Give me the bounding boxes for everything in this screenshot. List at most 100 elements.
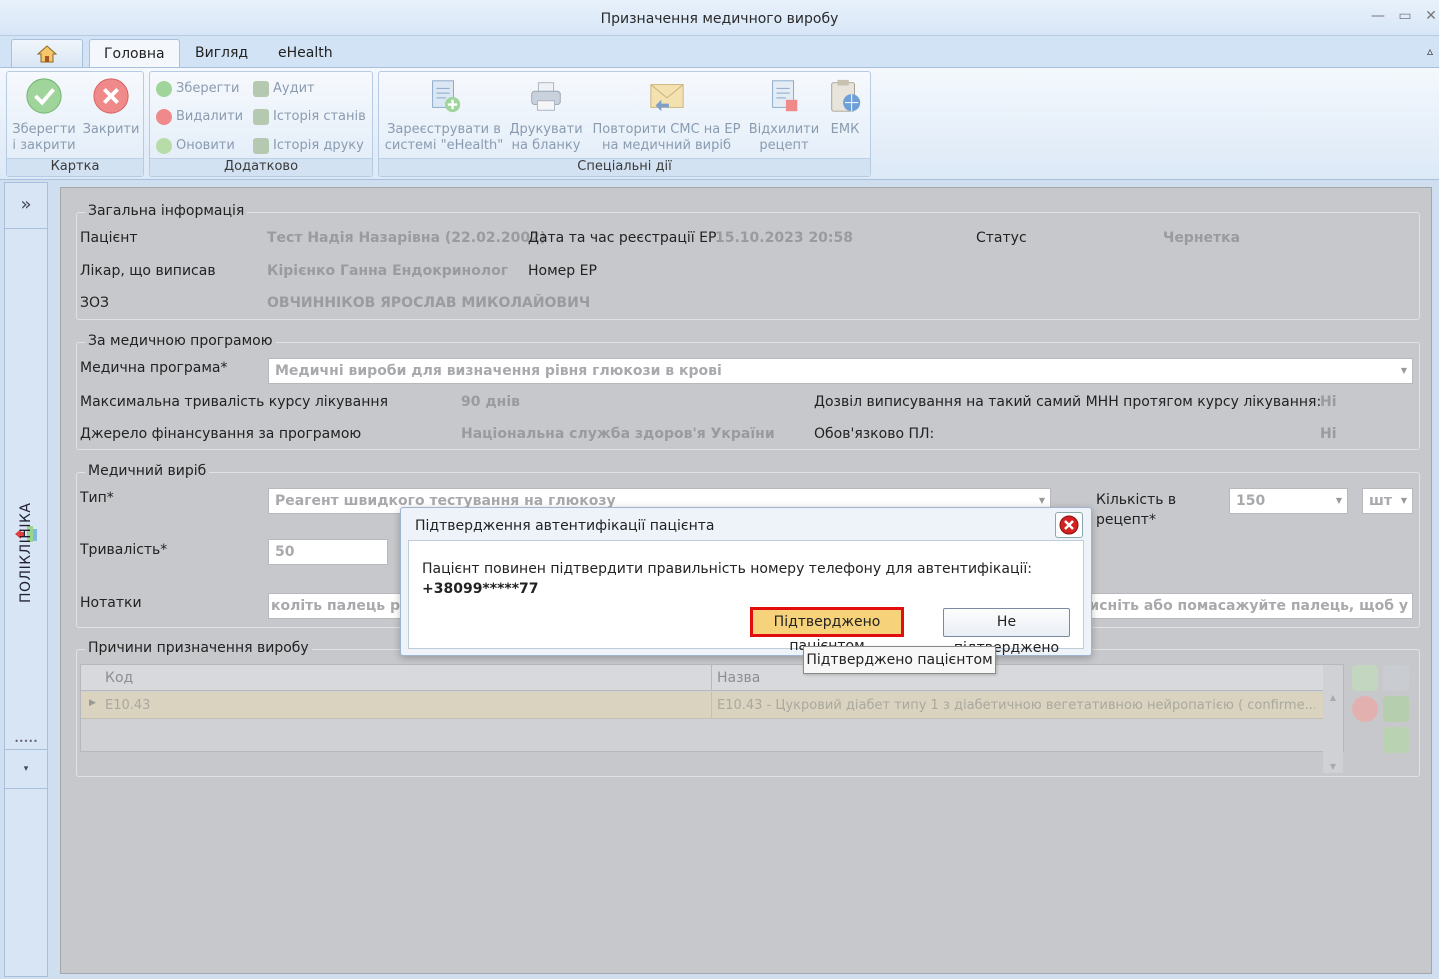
register-ehealth-button[interactable]: Зареєструвати в системі "eHealth" <box>383 76 505 154</box>
max-duration-value: 90 днів <box>461 394 520 410</box>
reject-label-1: Відхилити <box>748 122 820 137</box>
refresh-label: Оновити <box>176 138 235 153</box>
notes-label: Нотатки <box>80 595 142 611</box>
registration-date-value: 15.10.2023 20:58 <box>715 230 854 246</box>
confirmed-by-patient-button[interactable]: Підтверджено пацієнтом <box>750 607 904 654</box>
doctor-label: Лікар, що виписав <box>80 263 216 279</box>
tab-view[interactable]: Вигляд <box>181 39 262 68</box>
prescription-number-label: Номер ЕР <box>528 263 597 279</box>
dialog-body: Пацієнт повинен підтвердити правильність… <box>408 540 1084 656</box>
chevron-down-icon: ▼ <box>1400 496 1407 505</box>
edit-row-icon[interactable] <box>1383 696 1409 722</box>
home-tab[interactable] <box>11 39 83 68</box>
add-row-icon[interactable] <box>1352 665 1378 691</box>
reasons-legend: Причини призначення виробу <box>85 640 312 656</box>
general-info-legend: Загальна інформація <box>85 203 248 219</box>
save-close-label-1: Зберегти <box>12 122 76 137</box>
permit-value: Ні <box>1320 394 1337 410</box>
ribbon-group-additional: Зберегти Видалити Оновити Аудит Історія … <box>149 71 373 177</box>
reject-prescription-button[interactable]: Відхилити рецепт <box>747 76 821 154</box>
chevron-down-icon: ▼ <box>1038 496 1045 505</box>
chevron-down-icon: ▼ <box>1335 496 1342 505</box>
close-button[interactable]: Закрити <box>81 76 141 138</box>
ribbon-tab-row: Головна Вигляд eHealth ▵ <box>0 36 1439 68</box>
ribbon-collapse-icon[interactable]: ▵ <box>1427 44 1433 58</box>
notes-value-right: о стисніть або помасажуйте палець, щоб у <box>1058 598 1408 614</box>
audit-icon <box>253 81 269 97</box>
title-bar: Призначення медичного виробу — ▭ ✕ <box>0 0 1439 36</box>
print-label-1: Друкувати <box>509 122 583 137</box>
column-code[interactable]: Код <box>105 670 133 686</box>
program-section: За медичною програмою Медична програма* … <box>76 333 1420 450</box>
save-close-button[interactable]: Зберегти і закрити <box>11 76 77 154</box>
type-label: Тип* <box>80 490 114 506</box>
unit-select[interactable]: шт ▼ <box>1362 488 1413 514</box>
registration-date-label: Дата та час реєстрації ЕР <box>528 230 717 246</box>
row-name: E10.43 - Цукровий діабет типу 1 з діабет… <box>717 698 1315 713</box>
save-close-label-2: і закрити <box>12 138 76 153</box>
program-legend: За медичною програмою <box>85 333 276 349</box>
patient-label: Пацієнт <box>80 230 138 246</box>
delete-button[interactable]: Видалити <box>154 106 243 128</box>
reject-label-2: рецепт <box>759 138 809 153</box>
repeat-sms-button[interactable]: Повторити СМС на ЕР на медичний виріб <box>589 76 744 154</box>
row-code: E10.43 <box>105 698 151 713</box>
delete-row-icon[interactable] <box>1352 696 1378 722</box>
emk-button[interactable]: ЕМК <box>823 76 867 138</box>
minimize-button[interactable]: — <box>1368 6 1388 26</box>
status-history-button[interactable]: Історія станів <box>251 106 366 128</box>
group-label-card: Картка <box>7 158 143 176</box>
scroll-up-icon[interactable]: ▲ <box>1323 693 1343 702</box>
print-history-icon <box>253 138 269 154</box>
print-history-button[interactable]: Історія друку <box>251 135 364 157</box>
ribbon-group-special: Зареєструвати в системі "eHealth" Друкув… <box>378 71 871 177</box>
general-info-section: Загальна інформація Пацієнт Тест Надія Н… <box>76 203 1420 320</box>
expand-nav-button[interactable]: » <box>5 183 47 229</box>
refresh-icon <box>156 138 172 154</box>
save-small-button[interactable]: Зберегти <box>154 78 239 100</box>
print-history-label: Історія друку <box>273 138 364 153</box>
register-label-2: системі "eHealth" <box>384 138 504 153</box>
pl-required-label: Обов'язково ПЛ: <box>814 426 935 442</box>
status-history-label: Історія станів <box>273 109 366 124</box>
doctor-value: Кірієнко Ганна Ендокринолог <box>267 263 509 279</box>
status-value: Чернетка <box>1163 230 1241 246</box>
notes-value-left: коліть палець руч <box>271 598 419 614</box>
envelope-icon <box>649 84 684 112</box>
maximize-button[interactable]: ▭ <box>1395 6 1415 26</box>
program-select[interactable]: Медичні вироби для визначення рівня глюк… <box>268 358 1413 384</box>
reasons-section: Причини призначення виробу Код Назва ▶ E… <box>76 640 1420 777</box>
chevron-down-icon: ▼ <box>1400 366 1407 375</box>
scroll-down-icon[interactable]: ▼ <box>1323 762 1343 771</box>
close-window-button[interactable]: ✕ <box>1421 6 1439 26</box>
dialog-close-button[interactable] <box>1055 512 1083 538</box>
program-select-value: Медичні вироби для визначення рівня глюк… <box>275 363 722 379</box>
flag-icon[interactable] <box>1383 727 1409 753</box>
quantity-input[interactable]: 150 ▼ <box>1229 488 1348 514</box>
table-row[interactable]: ▶ E10.43 E10.43 - Цукровий діабет типу 1… <box>81 692 1323 719</box>
repeat-sms-label-1: Повторити СМС на ЕР <box>592 122 741 137</box>
not-confirmed-button[interactable]: Не підтверджено <box>943 608 1070 656</box>
duration-input[interactable]: 50 <box>268 539 388 565</box>
tab-main[interactable]: Головна <box>89 39 180 68</box>
nav-label-clinic[interactable]: ПОЛІКЛІНІКА <box>18 503 34 603</box>
document-add-icon <box>432 80 461 113</box>
print-form-button[interactable]: Друкувати на бланку <box>507 76 585 154</box>
device-legend: Медичний виріб <box>85 463 210 479</box>
quantity-value: 150 <box>1236 493 1266 509</box>
nav-grip[interactable]: ••••• <box>5 738 47 747</box>
grid-scrollbar[interactable]: ▲ ▼ <box>1323 691 1343 773</box>
refresh-button[interactable]: Оновити <box>154 135 235 157</box>
tools-icon[interactable] <box>1383 665 1409 691</box>
column-name[interactable]: Назва <box>717 670 760 686</box>
emk-label: ЕМК <box>830 122 860 137</box>
nav-dropdown-button[interactable]: ▾ <box>5 749 47 789</box>
tab-ehealth[interactable]: eHealth <box>264 39 347 68</box>
zoz-value: ОВЧИННІКОВ ЯРОСЛАВ МИКОЛАЙОВИЧ <box>267 295 591 311</box>
program-label: Медична програма* <box>80 360 228 376</box>
close-label: Закрити <box>82 122 140 137</box>
ribbon-group-card: Зберегти і закрити Закрити Картка <box>6 71 144 177</box>
group-label-special: Спеціальні дії <box>379 158 870 176</box>
audit-button[interactable]: Аудит <box>251 78 315 100</box>
save-small-label: Зберегти <box>176 81 240 96</box>
